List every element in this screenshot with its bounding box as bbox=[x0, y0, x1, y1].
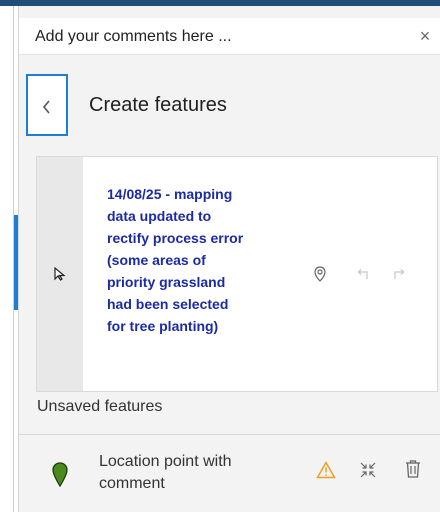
select-tool-gutter[interactable] bbox=[37, 157, 83, 391]
back-button[interactable] bbox=[26, 74, 68, 136]
section-title: Unsaved features bbox=[37, 398, 163, 415]
create-features-panel: Add your comments here ... × Create feat… bbox=[18, 6, 440, 512]
comment-line: for tree planting) bbox=[107, 318, 219, 334]
feature-label-line: Location point with bbox=[99, 453, 232, 470]
undo-icon[interactable] bbox=[355, 268, 371, 287]
pin-outline-icon[interactable] bbox=[313, 266, 327, 289]
warning-triangle-icon[interactable] bbox=[316, 460, 336, 484]
green-map-pin-icon bbox=[51, 461, 69, 492]
redo-icon[interactable] bbox=[391, 268, 407, 287]
panel-header: Add your comments here ... × bbox=[19, 18, 440, 55]
divider bbox=[19, 434, 440, 435]
comment-text: 14/08/25 - mapping data updated to recti… bbox=[107, 183, 277, 337]
feature-tools-card: 14/08/25 - mapping data updated to recti… bbox=[36, 156, 438, 392]
panel-title: Add your comments here ... bbox=[35, 28, 232, 45]
subheader-title: Create features bbox=[89, 94, 227, 116]
comment-line: (some areas of bbox=[107, 252, 206, 268]
comment-line: rectify process error bbox=[107, 230, 244, 246]
left-map-strip bbox=[0, 6, 14, 512]
close-icon[interactable]: × bbox=[415, 26, 435, 46]
comment-line: 14/08/25 - mapping bbox=[107, 186, 233, 202]
trash-icon[interactable] bbox=[404, 459, 422, 484]
comment-line: had been selected bbox=[107, 296, 229, 312]
comment-line: data updated to bbox=[107, 208, 212, 224]
feature-label: Location point with comment bbox=[99, 451, 269, 495]
unsaved-feature-row[interactable]: Location point with comment bbox=[19, 439, 440, 512]
collapse-arrows-icon[interactable] bbox=[359, 461, 377, 484]
feature-label-line: comment bbox=[99, 475, 165, 492]
cursor-arrow-icon[interactable] bbox=[54, 267, 66, 281]
comment-line: priority grassland bbox=[107, 274, 226, 290]
chevron-left-icon bbox=[42, 100, 50, 114]
subheader: Create features bbox=[19, 68, 440, 138]
